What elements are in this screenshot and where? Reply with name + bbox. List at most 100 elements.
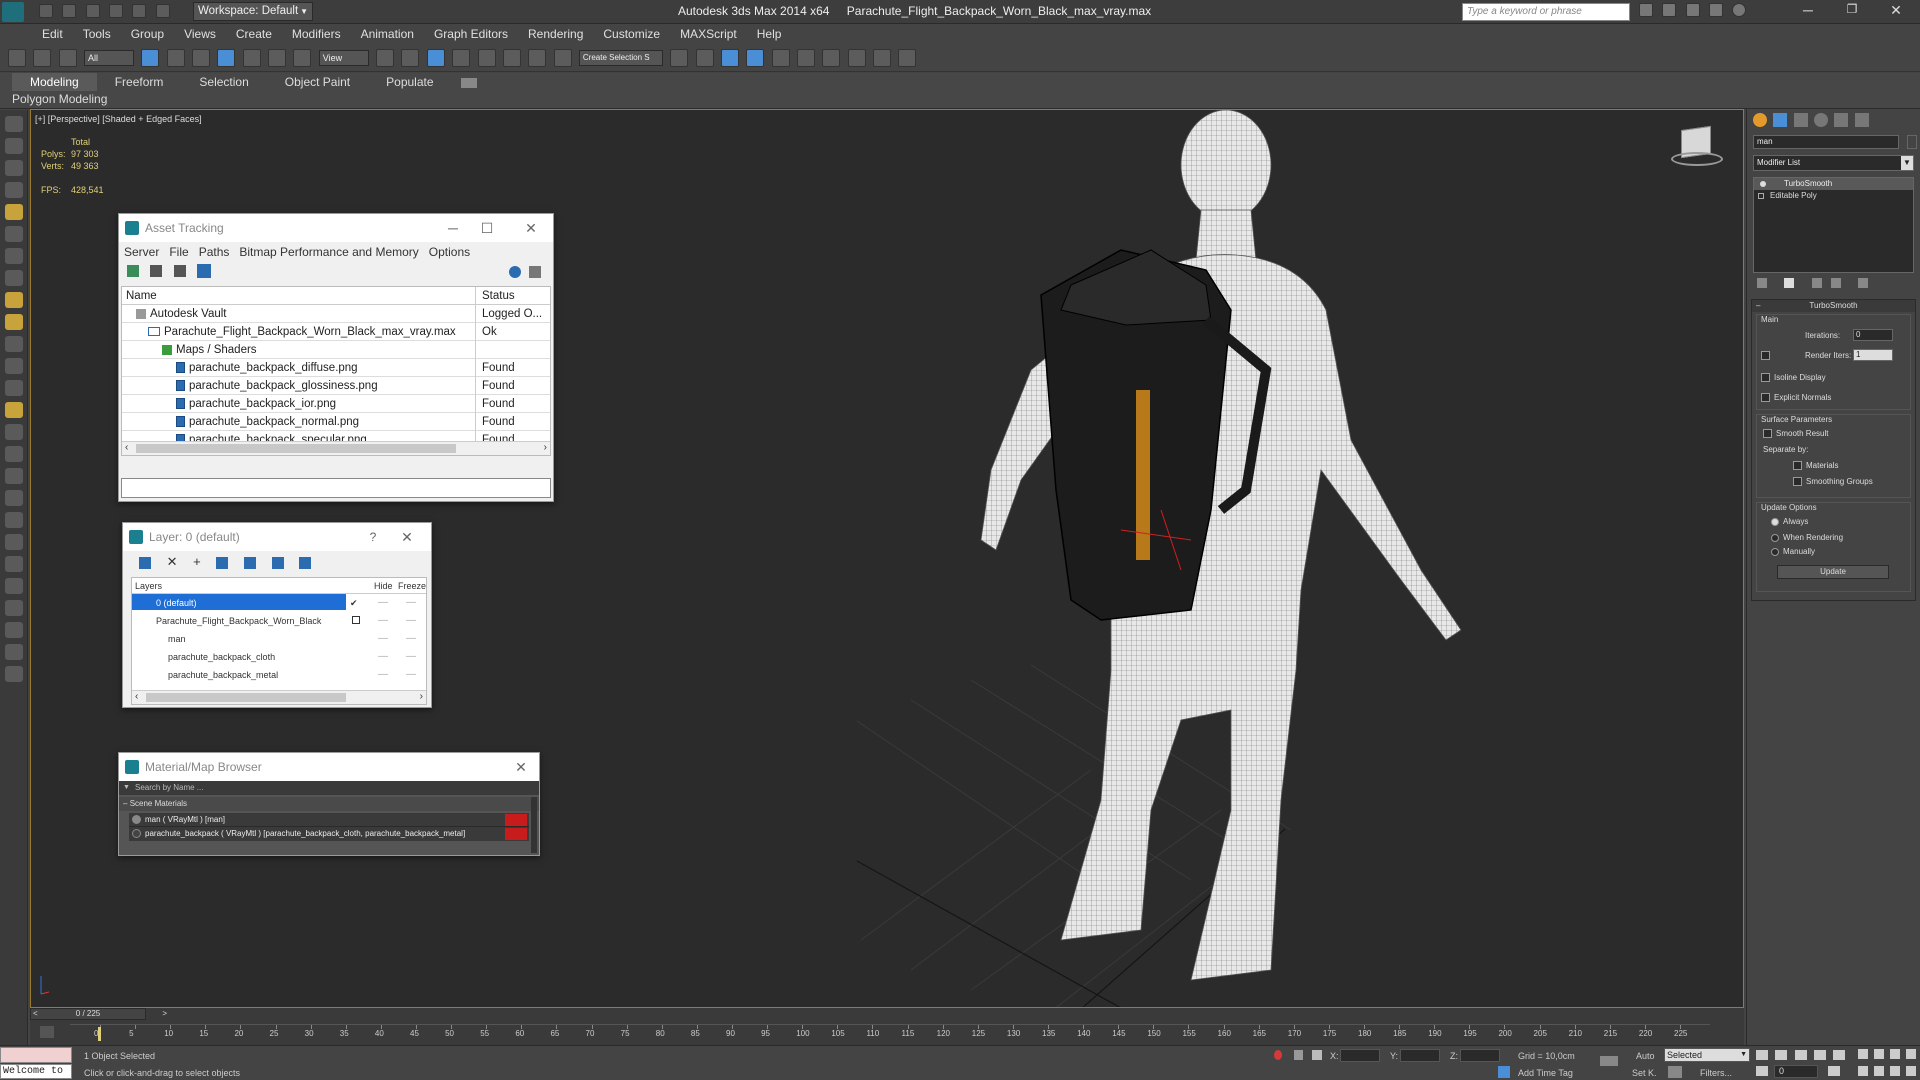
add-to-layer-icon[interactable]: + bbox=[193, 554, 201, 569]
menu-file[interactable]: File bbox=[164, 242, 193, 262]
window-crossing-icon[interactable] bbox=[217, 49, 236, 67]
current-frame-marker[interactable] bbox=[98, 1027, 101, 1041]
maxscript-mini-input[interactable]: Welcome to bbox=[0, 1064, 72, 1079]
tool-icon-5[interactable] bbox=[5, 204, 23, 220]
menu-modifiers[interactable]: Modifiers bbox=[282, 24, 351, 44]
list-item[interactable]: parachute_backpack_cloth — — bbox=[132, 648, 426, 666]
pan-icon[interactable] bbox=[1874, 1066, 1884, 1076]
when-rendering-radio[interactable] bbox=[1771, 533, 1779, 542]
list-item[interactable]: parachute_backpack_metal — — bbox=[132, 666, 426, 684]
rectangular-selection-icon[interactable] bbox=[192, 49, 211, 67]
select-by-name-icon[interactable] bbox=[166, 49, 185, 67]
menu-animation[interactable]: Animation bbox=[351, 24, 424, 44]
minimize-button[interactable]: ─ bbox=[439, 214, 467, 242]
tool-icon-2[interactable] bbox=[5, 138, 23, 154]
close-button[interactable]: ✕ bbox=[1884, 2, 1908, 22]
workspace-dropdown[interactable]: Workspace: Default ▼ bbox=[193, 2, 313, 21]
pin-stack-icon[interactable] bbox=[1757, 278, 1767, 288]
modify-tab-icon[interactable] bbox=[1773, 113, 1788, 127]
expand-icon[interactable] bbox=[1758, 193, 1764, 199]
rotate-icon[interactable] bbox=[268, 49, 287, 67]
percent-snap-icon[interactable] bbox=[502, 49, 521, 67]
edit-named-selection-icon[interactable] bbox=[553, 49, 572, 67]
scroll-right-icon[interactable]: > bbox=[162, 1009, 167, 1019]
col-status[interactable]: Status bbox=[480, 287, 546, 305]
undo-icon[interactable] bbox=[109, 4, 124, 18]
tab-freeform[interactable]: Freeform bbox=[97, 73, 182, 91]
select-object-icon[interactable] bbox=[141, 49, 160, 67]
render-production-icon[interactable] bbox=[898, 49, 917, 67]
named-selection-dropdown[interactable]: Create Selection S bbox=[578, 50, 663, 66]
col-hide[interactable]: Hide bbox=[374, 578, 393, 594]
table-row[interactable]: parachute_backpack_diffuse.png Found bbox=[122, 359, 550, 377]
menu-maxscript[interactable]: MAXScript bbox=[670, 24, 747, 44]
tool-icon-10[interactable] bbox=[5, 314, 23, 330]
object-name-field[interactable]: man bbox=[1753, 135, 1899, 149]
layer-manager-icon[interactable] bbox=[720, 49, 739, 67]
tool-icon-7[interactable] bbox=[5, 248, 23, 264]
search-options-icon[interactable]: ▼ bbox=[123, 781, 130, 795]
smooth-result-checkbox[interactable] bbox=[1763, 429, 1772, 439]
create-layer-icon[interactable] bbox=[139, 556, 151, 569]
list-item[interactable]: parachute_backpack ( VRayMtl ) [parachut… bbox=[129, 827, 529, 841]
stack-item-editable-poly[interactable]: Editable Poly bbox=[1754, 190, 1913, 202]
tool-icon-17[interactable] bbox=[5, 468, 23, 484]
key-filters-button[interactable]: Filters... bbox=[1700, 1068, 1732, 1078]
col-layers[interactable]: Layers bbox=[135, 578, 162, 594]
tab-object-paint[interactable]: Object Paint bbox=[267, 73, 368, 91]
help-search-input[interactable]: Type a keyword or phrase bbox=[1462, 3, 1630, 21]
settings-icon[interactable] bbox=[529, 266, 541, 278]
list-item[interactable]: man — — bbox=[132, 630, 426, 648]
zoom-all-icon[interactable] bbox=[1874, 1049, 1884, 1059]
open-file-icon[interactable] bbox=[62, 4, 77, 18]
menu-create[interactable]: Create bbox=[226, 24, 282, 44]
tool-icon-26[interactable] bbox=[5, 666, 23, 682]
tab-selection[interactable]: Selection bbox=[181, 73, 266, 91]
track-bar[interactable]: 0 5 10 15 20 25 30 35 40 45 50 55 60 65 70 75 80 85 90 95 10… bbox=[70, 1024, 1710, 1044]
horizontal-scrollbar[interactable]: ‹ › bbox=[132, 690, 426, 704]
redo-icon[interactable] bbox=[132, 4, 147, 18]
asset-path-field[interactable] bbox=[121, 478, 551, 498]
scrollbar-thumb[interactable] bbox=[136, 444, 456, 453]
time-tag-icon[interactable] bbox=[1498, 1066, 1510, 1078]
list-item[interactable]: Parachute_Flight_Backpack_Worn_Black — — bbox=[132, 612, 426, 630]
field-of-view-icon[interactable] bbox=[1858, 1066, 1868, 1076]
materials-checkbox[interactable] bbox=[1793, 461, 1802, 471]
curve-editor-icon[interactable] bbox=[771, 49, 790, 67]
tool-icon-11[interactable] bbox=[5, 336, 23, 352]
tool-icon-8[interactable] bbox=[5, 270, 23, 286]
tool-icon-18[interactable] bbox=[5, 490, 23, 506]
help-icon[interactable] bbox=[509, 266, 521, 278]
menu-options[interactable]: Options bbox=[424, 242, 475, 262]
motion-tab-icon[interactable] bbox=[1814, 113, 1829, 127]
scene-materials-header[interactable]: – Scene Materials bbox=[119, 797, 539, 811]
table-view-icon[interactable] bbox=[197, 264, 212, 278]
tool-icon-23[interactable] bbox=[5, 600, 23, 616]
add-time-tag[interactable]: Add Time Tag bbox=[1518, 1068, 1573, 1078]
highlight-layer-icon[interactable] bbox=[244, 556, 256, 569]
orbit-icon[interactable] bbox=[1890, 1066, 1900, 1076]
tool-icon-13[interactable] bbox=[5, 380, 23, 396]
pivot-center-icon[interactable] bbox=[376, 49, 395, 67]
help-icon[interactable] bbox=[1732, 3, 1747, 17]
keyboard-shortcut-icon[interactable] bbox=[426, 49, 445, 67]
col-freeze[interactable]: Freeze bbox=[398, 578, 426, 594]
material-editor-icon[interactable] bbox=[822, 49, 841, 67]
maximize-button[interactable]: ☐ bbox=[473, 214, 501, 242]
key-filter-icon[interactable] bbox=[40, 1026, 54, 1038]
show-end-result-icon[interactable] bbox=[1784, 278, 1795, 288]
absolute-mode-icon[interactable] bbox=[1312, 1050, 1322, 1060]
y-coordinate-field[interactable] bbox=[1400, 1049, 1440, 1062]
polygon-modeling-panel[interactable]: Polygon Modeling bbox=[12, 92, 107, 106]
col-name[interactable]: Name bbox=[122, 287, 476, 305]
material-search-input[interactable]: ▼ Search by Name ... bbox=[119, 781, 539, 795]
modifier-list-dropdown[interactable]: Modifier List ▼ bbox=[1753, 155, 1914, 171]
x-coordinate-field[interactable] bbox=[1340, 1049, 1380, 1062]
delete-layer-icon[interactable]: ✕ bbox=[167, 554, 178, 569]
close-button[interactable]: ✕ bbox=[507, 753, 535, 781]
menu-server[interactable]: Server bbox=[119, 242, 164, 262]
table-row[interactable]: parachute_backpack_ior.png Found bbox=[122, 395, 550, 413]
tool-icon-21[interactable] bbox=[5, 556, 23, 572]
material-browser-titlebar[interactable]: Material/Map Browser ✕ bbox=[119, 753, 539, 781]
time-config-icon[interactable] bbox=[1828, 1066, 1840, 1076]
